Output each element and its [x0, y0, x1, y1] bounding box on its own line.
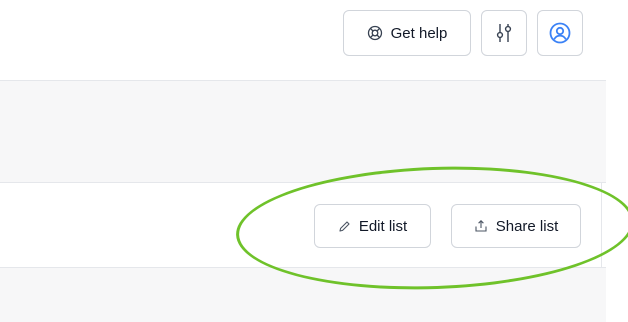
edit-list-label: Edit list — [358, 217, 408, 235]
share-list-label: Share list — [495, 217, 559, 235]
pencil-icon — [338, 220, 351, 233]
profile-button[interactable] — [537, 10, 583, 56]
content-band-lower — [0, 268, 606, 322]
lifebuoy-icon — [367, 25, 383, 41]
edit-list-button[interactable]: Edit list — [314, 204, 431, 248]
share-upload-icon — [474, 219, 488, 233]
sliders-icon — [494, 22, 514, 44]
get-help-label: Get help — [390, 24, 448, 42]
view-settings-button[interactable] — [481, 10, 527, 56]
get-help-button[interactable]: Get help — [343, 10, 471, 56]
top-header: Get help — [0, 0, 628, 80]
content-band — [0, 81, 606, 182]
user-circle-icon — [549, 22, 571, 44]
share-list-button[interactable]: Share list — [451, 204, 581, 248]
